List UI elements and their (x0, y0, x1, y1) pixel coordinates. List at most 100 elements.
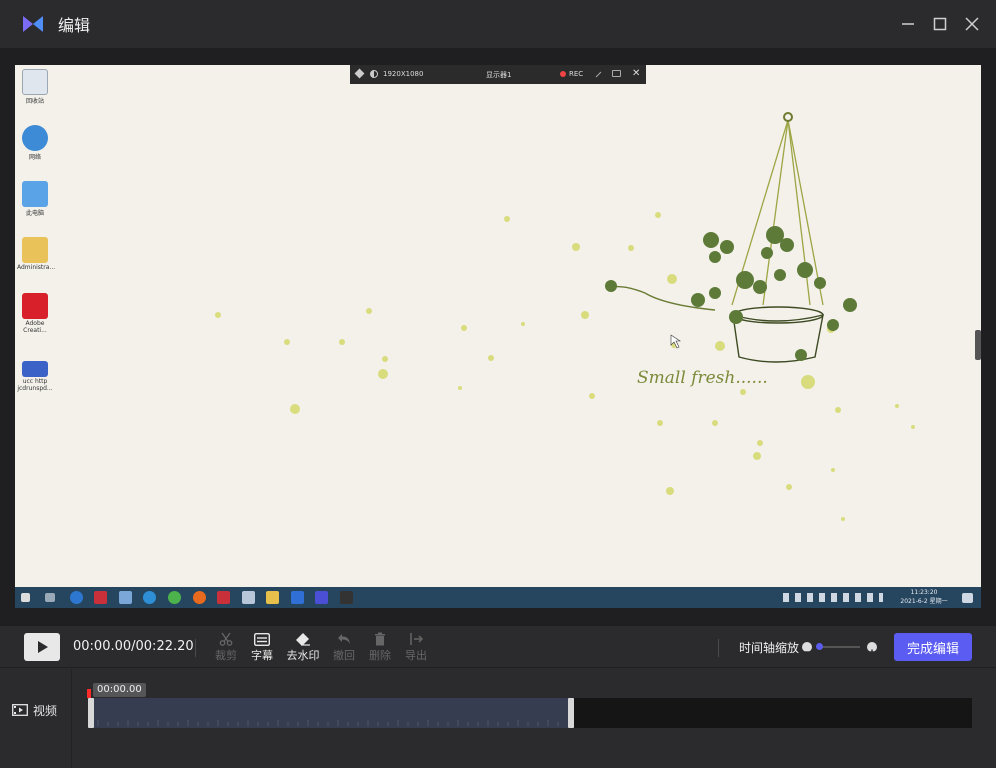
taskbar-clock[interactable]: 11:23:20 2021-6-2 星期一 (899, 588, 949, 606)
close-icon[interactable]: ✕ (632, 68, 640, 79)
delete-button[interactable]: 删除 (363, 631, 397, 663)
video-preview[interactable]: Small fresh...... 回收站 网络 此电脑 Administra.… (15, 65, 981, 608)
title-bar: 编辑 (0, 0, 996, 48)
divider (718, 639, 719, 657)
wallpaper-text: Small fresh...... (637, 368, 768, 388)
system-tray[interactable] (783, 593, 883, 602)
file-explorer-icon[interactable] (266, 591, 279, 604)
clip-start-handle[interactable] (88, 698, 94, 728)
maximize-icon (933, 17, 947, 31)
desktop-icon-adobe[interactable]: Adobe Creati... (17, 293, 53, 334)
tool-label: 撤回 (333, 649, 355, 662)
desktop-icon-this-pc[interactable]: 此电脑 (17, 181, 53, 217)
tool-label: 去水印 (286, 649, 320, 662)
security-icon[interactable] (291, 591, 304, 604)
playhead-time-label: 00:00.00 (93, 683, 146, 697)
finish-editing-button[interactable]: 完成编辑 (894, 633, 972, 661)
timeline-track-empty (572, 698, 972, 728)
task-view-icon[interactable] (45, 593, 55, 602)
video-clip[interactable] (88, 698, 574, 728)
scissors-icon (219, 632, 233, 646)
zoom-slider-thumb[interactable] (816, 643, 823, 650)
clip-end-handle[interactable] (568, 698, 574, 728)
taskbar-date: 2021-6-2 星期一 (900, 598, 948, 605)
wps-icon[interactable] (217, 591, 230, 604)
notification-icon[interactable] (962, 593, 973, 603)
subtitle-icon (254, 632, 270, 646)
desktop-icon-label: ucc http jcdrunspd... (17, 378, 53, 392)
tool-label: 删除 (369, 649, 391, 662)
desktop-icon-label: 网络 (28, 154, 41, 161)
timeline-zoom-label: 时间轴缩放 (739, 641, 800, 655)
close-icon (965, 17, 979, 31)
recording-toolbar: 1920X1080 显示器1 REC ✕ (350, 65, 646, 84)
desktop-icon-label: 此电脑 (25, 210, 44, 217)
zoom-in-button[interactable] (867, 642, 877, 655)
wechat-icon[interactable] (168, 591, 181, 604)
edge-icon[interactable] (143, 591, 156, 604)
undo-button[interactable]: 撤回 (327, 631, 361, 663)
close-button[interactable] (960, 12, 984, 36)
windows-taskbar: 11:23:20 2021-6-2 星期一 (15, 587, 981, 608)
desktop-icon-label: Adobe Creati... (23, 320, 47, 334)
window-title: 编辑 (58, 16, 91, 35)
pen-icon[interactable] (595, 71, 602, 78)
minimize-button[interactable] (896, 12, 920, 36)
timecode: 00:00.00/00:22.20 (73, 639, 194, 654)
video-track-label: 视频 (33, 704, 58, 718)
playhead[interactable] (87, 689, 91, 698)
taskbar-time: 11:23:20 (910, 589, 938, 596)
desktop-icon-recycle-bin[interactable]: 回收站 (17, 69, 53, 105)
pin-icon[interactable] (354, 68, 365, 79)
app-icon[interactable] (94, 591, 107, 604)
editor-toolbar: 00:00.00/00:22.20 裁剪 字幕 去水印 撤回 删除 导出 时间轴… (0, 626, 996, 668)
desktop-icon-shortcut[interactable]: ucc http jcdrunspd... (17, 361, 53, 392)
zoom-out-button[interactable] (802, 642, 812, 653)
wallpaper: Small fresh...... (15, 65, 981, 608)
desktop-icon-label: 回收站 (25, 98, 44, 105)
shortcut-icon (22, 361, 48, 377)
play-button[interactable] (24, 633, 60, 661)
eraser-icon (296, 633, 310, 646)
clip-ticks (97, 720, 559, 726)
firefox-icon[interactable] (193, 591, 206, 604)
zoom-slider-track[interactable] (818, 646, 860, 648)
notepad-icon[interactable] (242, 591, 255, 604)
start-icon[interactable] (21, 593, 30, 602)
app-icon[interactable] (70, 591, 83, 604)
tool-label: 裁剪 (215, 649, 237, 662)
contrast-icon[interactable] (370, 70, 378, 78)
plus-icon (869, 649, 875, 655)
video-editor-icon[interactable] (315, 591, 328, 604)
computer-icon (22, 181, 48, 207)
adobe-creative-cloud-icon (22, 293, 48, 319)
tool-label: 字幕 (251, 649, 273, 662)
network-icon (22, 125, 48, 151)
desktop-icon-user-folder[interactable]: Administra... (17, 237, 56, 271)
remove-watermark-button[interactable]: 去水印 (286, 631, 320, 663)
play-icon (38, 641, 48, 653)
app-icon[interactable] (119, 591, 132, 604)
export-button[interactable]: 导出 (399, 631, 433, 663)
timeline-panel: 视频 00:00.00 (0, 669, 996, 768)
recorder-icon[interactable] (340, 591, 353, 604)
cut-button[interactable]: 裁剪 (209, 631, 243, 663)
minus-icon (804, 651, 810, 653)
rec-label[interactable]: REC (569, 70, 583, 78)
desktop-icon-network[interactable]: 网络 (17, 125, 53, 161)
divider (195, 639, 196, 657)
recycle-bin-icon (22, 69, 48, 95)
display-label: 显示器1 (486, 71, 512, 79)
maximize-button[interactable] (928, 12, 952, 36)
undo-icon (338, 634, 350, 644)
subtitle-button[interactable]: 字幕 (245, 631, 279, 663)
trash-icon (375, 632, 385, 646)
minimize-icon (902, 23, 914, 25)
camera-icon[interactable] (612, 70, 621, 77)
video-track-header: 视频 (0, 669, 72, 768)
export-icon (410, 633, 423, 645)
desktop-icon-label: Administra... (17, 264, 56, 271)
record-dot-icon (560, 71, 566, 77)
preview-panel: Small fresh...... 回收站 网络 此电脑 Administra.… (0, 48, 996, 626)
side-panel-handle[interactable] (975, 330, 981, 360)
